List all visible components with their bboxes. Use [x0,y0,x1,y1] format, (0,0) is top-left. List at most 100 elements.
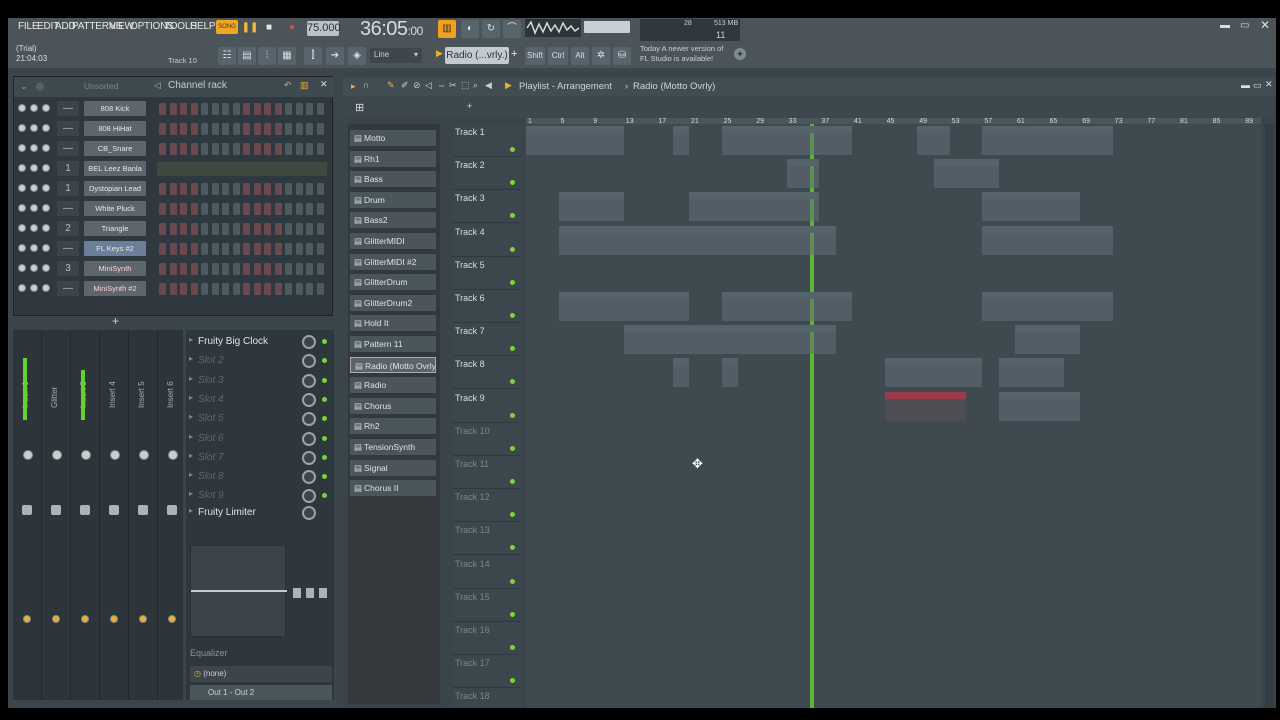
add-pattern-icon[interactable]: + [511,48,521,63]
step-button[interactable] [295,283,303,295]
step-button[interactable] [253,103,261,115]
channel-rack-icon[interactable]: ▦ [278,47,296,65]
step-button[interactable] [211,243,219,255]
step-button[interactable] [253,203,261,215]
track-enable-led[interactable] [510,412,515,418]
step-button[interactable] [211,283,219,295]
step-button[interactable] [285,183,292,195]
pattern-item[interactable]: ▤ GlitterMIDI #2 [350,253,436,270]
pl-maximize-icon[interactable]: ▭ [1253,80,1262,91]
step-button[interactable] [232,103,240,115]
pattern-item[interactable]: ▤ Chorus II [350,480,436,497]
volume-knob[interactable] [42,284,50,292]
channel-mixer-route[interactable]: 1 [57,161,79,176]
step-button[interactable] [264,263,271,275]
pattern-clip[interactable]: Bass2 [982,292,1113,321]
track-header[interactable]: Track 1 [453,124,521,157]
track-header[interactable]: Track 6 [453,290,521,323]
effect-slot[interactable]: ▸ Slot 3 [186,371,334,390]
pattern-item[interactable]: ▤ TensionSynth [350,439,436,455]
step-button[interactable] [190,283,198,295]
step-button[interactable] [243,203,250,215]
step-button[interactable] [211,263,219,275]
output-select[interactable]: Out 1 - Out 2 [190,685,332,700]
effect-slot[interactable]: ▸ Slot 6 [186,429,334,448]
effect-slot[interactable]: ▸ Slot 2 [186,351,334,370]
step-button[interactable] [190,263,198,275]
track-enable-led[interactable] [510,578,515,584]
mixer-insert[interactable]: Insert 3 [71,330,100,700]
step-button[interactable] [201,143,208,155]
step-button[interactable] [201,283,208,295]
pattern-clip[interactable]: Pat..11 [689,325,755,355]
pattern-clip[interactable] [982,192,1081,222]
insert-fader[interactable] [22,505,32,515]
step-button[interactable] [253,143,261,155]
undo-icon[interactable]: ↶ [284,80,292,91]
step-button[interactable] [316,263,324,275]
plugin-picker-icon[interactable]: ➔ [326,47,344,65]
step-button[interactable] [306,243,313,255]
step-button[interactable] [295,183,303,195]
pattern-item[interactable]: ▤ Rh1 [350,150,436,167]
track-header[interactable]: Track 3 [453,190,521,224]
step-button[interactable] [316,283,324,295]
update-globe-icon[interactable]: ✦ [734,48,746,60]
channel-name-button[interactable]: Dystopian Lead [84,181,146,196]
track-enable-led[interactable] [510,313,515,318]
channel-mixer-route[interactable]: 1 [57,181,79,196]
pattern-clip[interactable] [558,225,836,255]
track-enable-led[interactable] [510,213,515,219]
pattern-item[interactable]: ▤ Rh2 [350,418,436,435]
step-button[interactable] [285,263,292,275]
mixer-insert[interactable]: Glitter [42,330,71,700]
step-button[interactable] [274,243,282,255]
insert-route-knob[interactable] [23,615,31,623]
step-button[interactable] [180,143,187,155]
step-button[interactable] [243,183,250,195]
channel-name-button[interactable]: BEL Leez Banla [84,161,146,176]
step-button[interactable] [285,103,292,115]
pattern-item[interactable]: ▤ GlitterMIDI [350,233,436,249]
vertical-scrollbar[interactable] [1265,124,1274,708]
track-header[interactable]: Track 16 [453,622,521,655]
track-header[interactable]: Track 5 [453,256,521,290]
volume-knob[interactable] [42,124,50,132]
pattern-clip[interactable] [982,225,1113,255]
pan-knob[interactable] [30,164,38,172]
insert-pan-knob[interactable] [23,450,33,460]
track-header[interactable]: Track 4 [453,223,521,257]
channel-row[interactable]: — MiniSynth #2 [14,279,334,299]
channel-led[interactable] [18,104,26,112]
pattern-clip[interactable]: GlitterMIDI #2 [998,391,1081,421]
step-button[interactable] [253,243,261,255]
pattern-clip[interactable] [689,192,820,222]
insert-pan-knob[interactable] [168,450,178,460]
step-button[interactable] [201,263,208,275]
slot-mix-knob[interactable] [302,489,316,504]
step-button[interactable] [222,143,229,155]
step-button[interactable] [306,203,313,215]
channel-led[interactable] [18,244,26,252]
step-button[interactable] [232,243,240,255]
slot-enable-led[interactable] [322,454,327,460]
pattern-clip[interactable]: Sl..1 [998,358,1064,388]
pattern-clip[interactable]: Bass2 [721,292,852,321]
pan-knob[interactable] [30,124,38,132]
step-button[interactable] [306,283,313,295]
magnet-icon[interactable]: ∩ [363,80,369,90]
channel-led[interactable] [18,144,26,152]
step-button[interactable] [274,123,282,135]
effect-slot[interactable]: ▸ Slot 7 [186,448,334,467]
step-button[interactable] [180,263,187,275]
mixer-insert[interactable]: Insert 6 [158,330,187,700]
slot-mix-knob[interactable] [302,450,316,465]
alt-button[interactable]: Alt [571,47,589,65]
step-button[interactable] [190,183,198,195]
gear-icon[interactable]: ✲ [592,47,610,65]
pattern-item[interactable]: ▤ Radio (Motto Ovrly) [350,356,436,373]
metronome-icon[interactable]: ▥ [438,20,456,38]
step-button[interactable] [243,243,250,255]
step-button[interactable] [232,183,240,195]
track-header[interactable]: Track 7 [453,323,521,357]
